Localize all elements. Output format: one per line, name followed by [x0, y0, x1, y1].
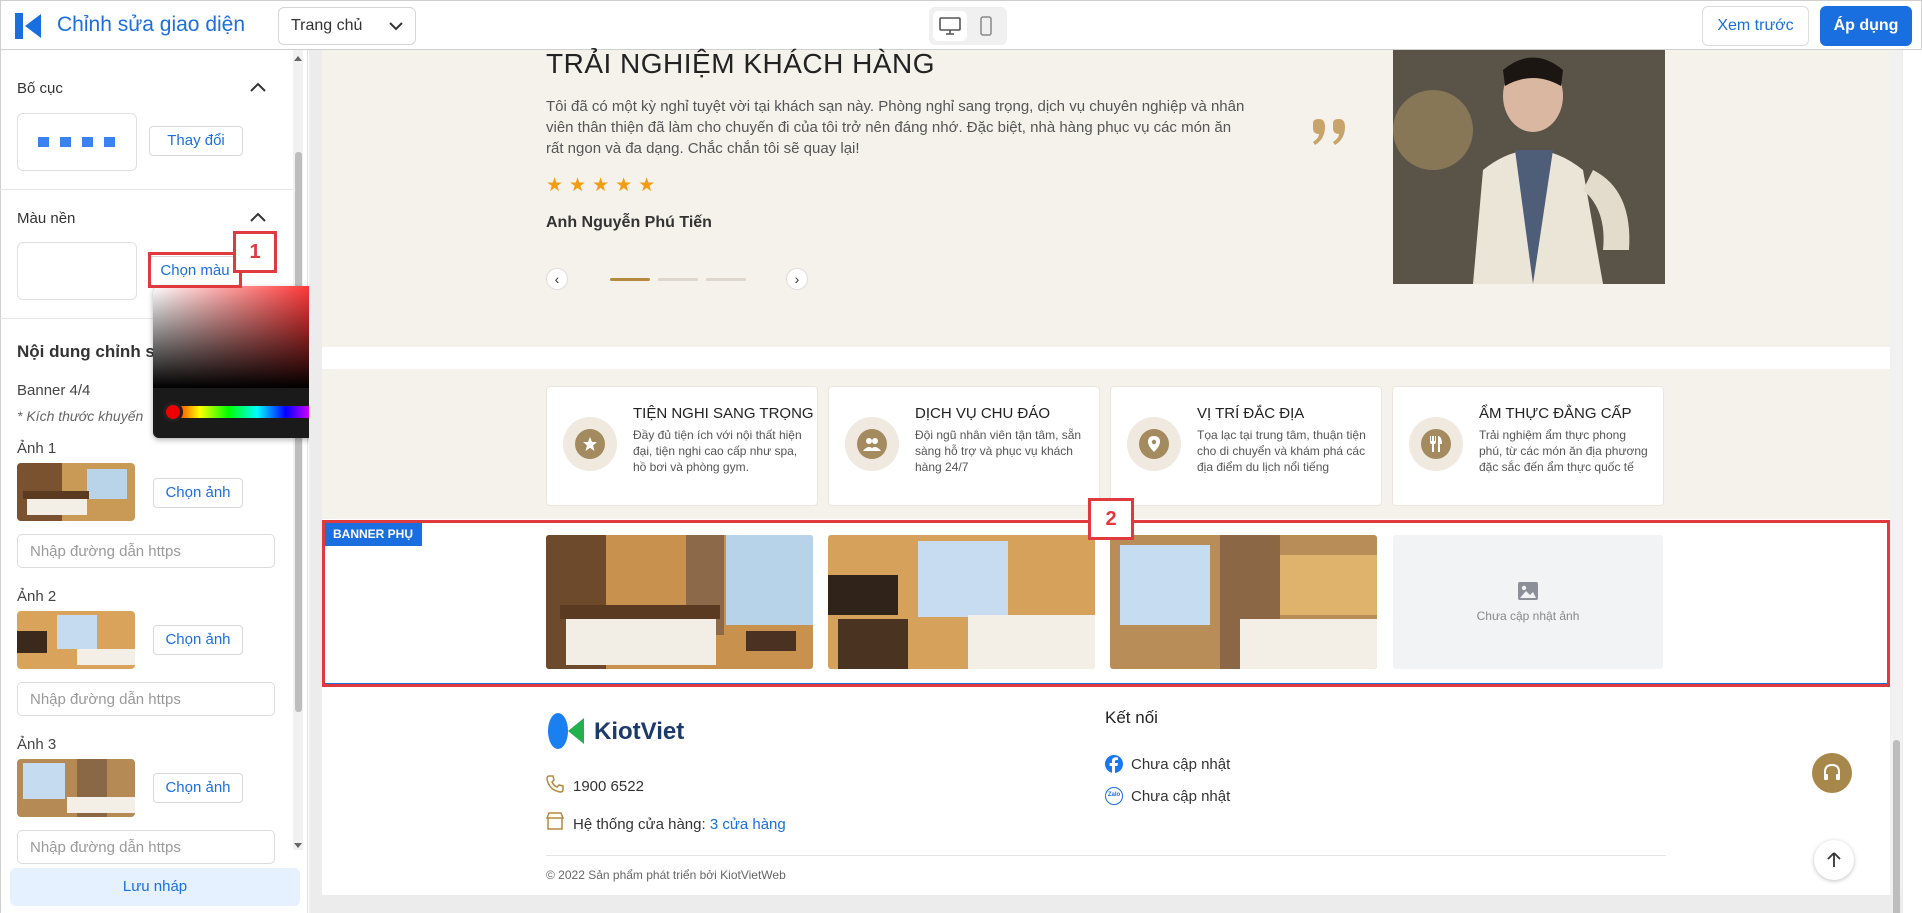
app-title: Chỉnh sửa giao diện [57, 13, 246, 36]
banner-count: Banner 4/4 [17, 382, 91, 399]
annotation-label-2: 2 [1088, 498, 1134, 540]
footer-divider [546, 855, 1666, 856]
desktop-icon [939, 17, 961, 35]
feature-card: DỊCH VỤ CHU ĐÁO Đội ngũ nhân viên tận tâ… [828, 386, 1100, 506]
facebook-link[interactable]: Chưa cập nhật [1131, 756, 1230, 773]
annotation-label-1: 1 [233, 231, 277, 273]
device-toggle [929, 7, 1007, 45]
zalo-link[interactable]: Chưa cập nhật [1131, 788, 1230, 805]
image-2-url-input[interactable]: Nhập đường dẫn https [17, 682, 275, 716]
feature-title: ẨM THỰC ĐẲNG CẤP [1479, 405, 1632, 422]
star-icon [563, 417, 617, 471]
image-1-url-input[interactable]: Nhập đường dẫn https [17, 534, 275, 568]
next-slide-button[interactable]: › [786, 268, 808, 290]
image-3-thumbnail [17, 759, 135, 817]
size-hint: * Kích thước khuyến [17, 408, 144, 424]
utensils-icon [1409, 417, 1463, 471]
scroll-down-icon[interactable] [294, 843, 302, 849]
support-button[interactable] [1812, 753, 1852, 793]
image-3-choose-button[interactable]: Chọn ảnh [153, 773, 243, 803]
apply-button[interactable]: Áp dụng [1820, 6, 1912, 46]
feature-card: VỊ TRÍ ĐẮC ĐỊA Tọa lạc tại trung tâm, th… [1110, 386, 1382, 506]
desktop-view-button[interactable] [933, 11, 967, 41]
connect-title: Kết nối [1105, 708, 1158, 727]
footer-stores: Hệ thống cửa hàng: 3 cửa hàng [573, 816, 786, 833]
testimonial-title: TRẢI NGHIỆM KHÁCH HÀNG [546, 48, 936, 79]
layout-section-title: Bố cục [17, 80, 63, 97]
feature-description: Đầy đủ tiện ích với nội thất hiện đại, t… [633, 428, 802, 474]
image-1-thumbnail [17, 463, 135, 521]
collapse-layout-icon[interactable] [250, 82, 266, 92]
customer-photo [1393, 50, 1665, 284]
image-2-label: Ảnh 2 [17, 588, 57, 605]
annotation-box-2 [322, 520, 1890, 687]
image-1-choose-button[interactable]: Chọn ảnh [153, 478, 243, 508]
footer-brand: KiotViet [594, 718, 685, 745]
store-icon [546, 812, 564, 830]
app-logo-icon [15, 13, 41, 39]
feature-card: ẨM THỰC ĐẲNG CẤP Trải nghiệm ẩm thực pho… [1392, 386, 1664, 506]
feature-card: TIỆN NGHI SANG TRỌNG Đầy đủ tiện ích với… [546, 386, 818, 506]
layout-grid-icon [38, 137, 115, 147]
image-1-label: Ảnh 1 [17, 440, 57, 457]
save-draft-button[interactable]: Lưu nháp [10, 868, 300, 906]
prev-slide-button[interactable]: ‹ [546, 268, 568, 290]
customer-name: Anh Nguyễn Phú Tiến [546, 214, 712, 231]
background-color-swatch[interactable] [17, 242, 137, 300]
copyright: © 2022 Sản phẩm phát triển bởi KiotVietW… [546, 868, 786, 882]
zalo-icon: Zalo [1105, 787, 1123, 805]
scroll-up-icon[interactable] [294, 55, 302, 61]
feature-title: TIỆN NGHI SANG TRỌNG [633, 405, 814, 422]
feature-description: Đội ngũ nhân viên tận tâm, sẵn sàng hỗ t… [915, 428, 1082, 474]
testimonial-text: Tôi đã có một kỳ nghỉ tuyệt vời tại khác… [546, 98, 1245, 157]
background-section-title: Màu nền [17, 210, 76, 227]
layout-preview [17, 113, 137, 171]
page-select-value: Trang chủ [291, 17, 363, 34]
feature-description: Trải nghiệm ẩm thực phong phú, từ các mó… [1479, 428, 1648, 474]
kiotviet-logo-icon [548, 713, 584, 749]
divider [0, 189, 293, 190]
stores-label: Hệ thống cửa hàng: [573, 816, 706, 833]
top-bar: Chỉnh sửa giao diện Trang chủ Xem trước … [0, 0, 1922, 50]
slide-indicator-active[interactable] [610, 278, 650, 281]
quote-icon [1313, 119, 1345, 145]
rating-stars: ★★★★★ [546, 175, 662, 196]
location-icon [1127, 417, 1181, 471]
slide-indicator[interactable] [658, 278, 698, 281]
chevron-down-icon [389, 22, 403, 31]
people-icon [845, 417, 899, 471]
canvas-scrollbar[interactable] [1890, 50, 1902, 913]
image-3-url-input[interactable]: Nhập đường dẫn https [17, 830, 275, 864]
page-select[interactable]: Trang chủ [278, 7, 416, 45]
hue-slider-handle[interactable] [163, 402, 183, 422]
headset-icon [1824, 763, 1840, 780]
feature-description: Tọa lạc tại trung tâm, thuận tiện cho di… [1197, 428, 1366, 474]
image-2-thumbnail [17, 611, 135, 669]
footer-phone[interactable]: 1900 6522 [573, 778, 644, 795]
section-spacer [322, 347, 1890, 369]
image-3-label: Ảnh 3 [17, 736, 57, 753]
slide-indicator[interactable] [706, 278, 746, 281]
phone-icon [546, 775, 564, 793]
annotation-box-1 [148, 252, 242, 288]
image-2-choose-button[interactable]: Chọn ảnh [153, 625, 243, 655]
preview-button[interactable]: Xem trước [1702, 6, 1809, 46]
collapse-background-icon[interactable] [250, 212, 266, 222]
change-layout-button[interactable]: Thay đổi [149, 126, 243, 156]
feature-title: VỊ TRÍ ĐẮC ĐỊA [1197, 405, 1305, 422]
arrow-up-icon [1827, 852, 1841, 867]
stores-link[interactable]: 3 cửa hàng [710, 816, 786, 833]
canvas-scroll-thumb[interactable] [1893, 740, 1900, 913]
mobile-view-button[interactable] [969, 11, 1003, 41]
feature-title: DỊCH VỤ CHU ĐÁO [915, 405, 1051, 422]
mobile-icon [980, 16, 992, 36]
scroll-top-button[interactable] [1814, 840, 1854, 880]
facebook-icon [1105, 755, 1123, 773]
